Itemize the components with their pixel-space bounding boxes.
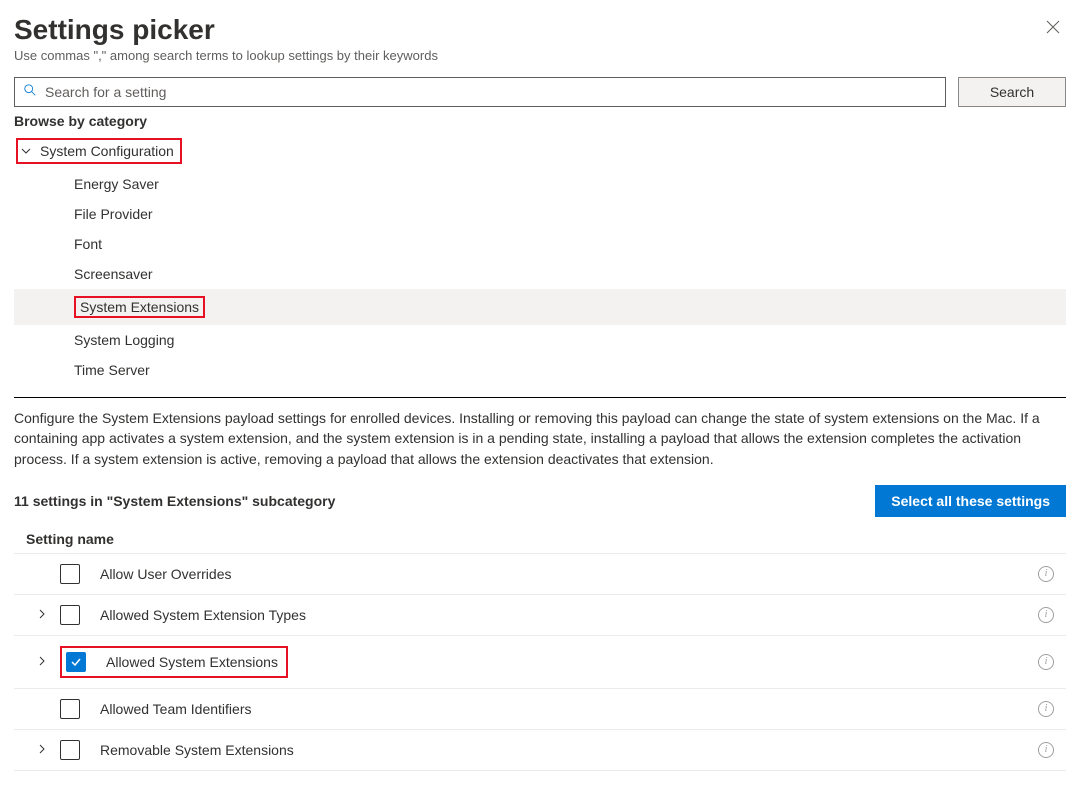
- chevron-right-icon[interactable]: [36, 607, 48, 623]
- setting-label: Allowed System Extensions: [106, 654, 278, 670]
- subcategory-list: Energy Saver File Provider Font Screensa…: [14, 169, 1066, 385]
- section-divider: [14, 397, 1066, 398]
- setting-row: Allow User Overrides i: [14, 553, 1066, 595]
- info-icon[interactable]: i: [1038, 566, 1054, 582]
- setting-checkbox[interactable]: [60, 605, 80, 625]
- search-icon: [23, 83, 37, 102]
- setting-row: Allowed System Extension Types i: [14, 595, 1066, 636]
- setting-checkbox[interactable]: [60, 740, 80, 760]
- select-all-button[interactable]: Select all these settings: [875, 485, 1066, 517]
- setting-checkbox[interactable]: [60, 699, 80, 719]
- setting-row: Removable System Extensions i: [14, 730, 1066, 771]
- category-header-row[interactable]: System Configuration: [14, 133, 1066, 169]
- setting-checkbox[interactable]: [66, 652, 86, 672]
- chevron-right-icon[interactable]: [36, 742, 48, 758]
- subcategory-item[interactable]: Screensaver: [14, 259, 1066, 289]
- settings-list: Allow User Overrides i Allowed System Ex…: [14, 553, 1066, 771]
- subcategory-item[interactable]: Time Server: [14, 355, 1066, 385]
- setting-label: Allowed System Extension Types: [100, 607, 1034, 623]
- setting-label: Allowed Team Identifiers: [100, 701, 1034, 717]
- page-subtitle: Use commas "," among search terms to loo…: [14, 48, 438, 63]
- category-name: System Configuration: [40, 143, 174, 159]
- subcategory-item[interactable]: Energy Saver: [14, 169, 1066, 199]
- info-icon[interactable]: i: [1038, 607, 1054, 623]
- search-button[interactable]: Search: [958, 77, 1066, 107]
- setting-label: Allow User Overrides: [100, 566, 1034, 582]
- info-icon[interactable]: i: [1038, 701, 1054, 717]
- info-icon[interactable]: i: [1038, 654, 1054, 670]
- info-icon[interactable]: i: [1038, 742, 1054, 758]
- close-icon[interactable]: [1040, 14, 1066, 43]
- subcategory-item[interactable]: File Provider: [14, 199, 1066, 229]
- page-title: Settings picker: [14, 14, 438, 46]
- subcategory-item[interactable]: System Logging: [14, 325, 1066, 355]
- search-box[interactable]: [14, 77, 946, 107]
- setting-label: Removable System Extensions: [100, 742, 1034, 758]
- setting-checkbox[interactable]: [60, 564, 80, 584]
- chevron-right-icon[interactable]: [36, 654, 48, 670]
- browse-by-category-label: Browse by category: [14, 113, 1066, 129]
- column-header-setting-name: Setting name: [14, 527, 1066, 553]
- category-description: Configure the System Extensions payload …: [14, 408, 1066, 469]
- settings-count-label: 11 settings in "System Extensions" subca…: [14, 493, 335, 509]
- setting-row: Allowed System Extensions i: [14, 636, 1066, 689]
- search-input[interactable]: [43, 83, 937, 101]
- subcategory-item[interactable]: Font: [14, 229, 1066, 259]
- setting-row: Allowed Team Identifiers i: [14, 689, 1066, 730]
- subcategory-item-selected[interactable]: System Extensions: [14, 289, 1066, 325]
- chevron-down-icon: [20, 145, 32, 157]
